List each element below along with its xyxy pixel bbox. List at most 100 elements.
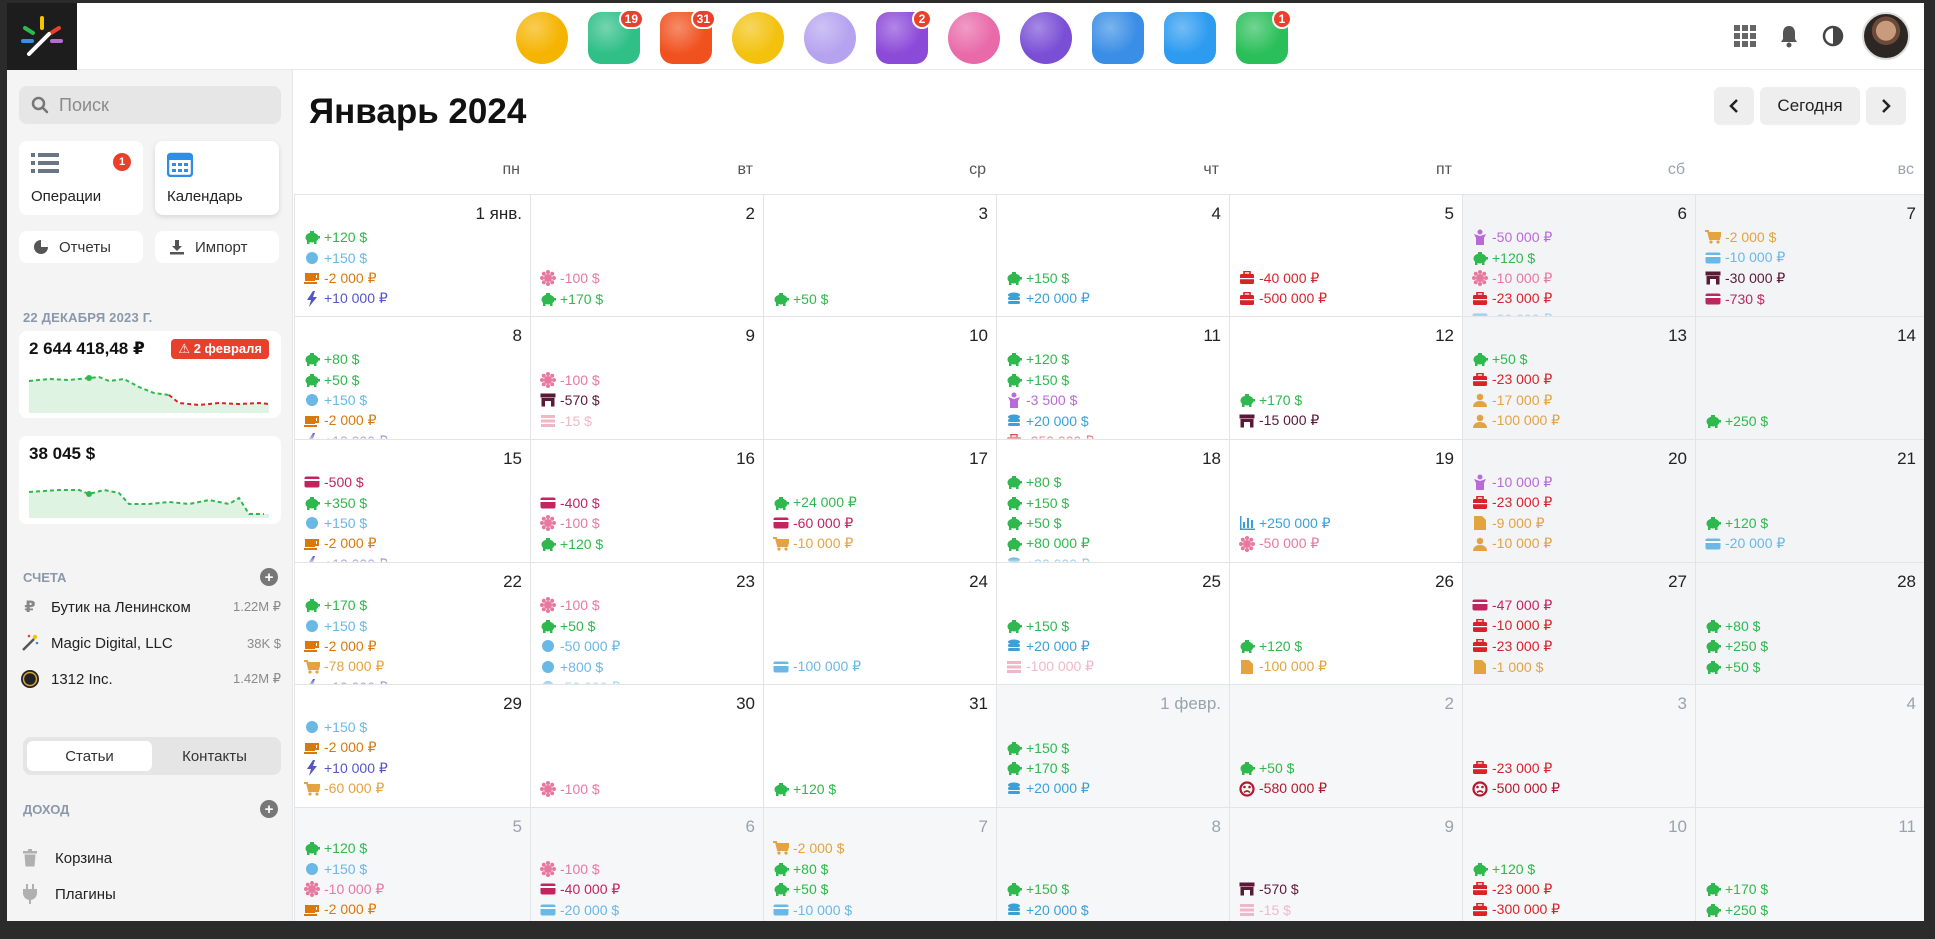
transaction-item[interactable]: +50 $ — [1704, 657, 1920, 678]
calendar-day-cell[interactable]: 3 +50 $ — [763, 194, 996, 316]
transaction-item[interactable]: -15 $ — [539, 411, 759, 432]
transaction-item[interactable]: -2 000 ₽ — [303, 900, 526, 921]
calendar-day-cell[interactable]: 22+170 $+150 $-2 000 ₽-78 000 ₽+10 000 ₽ — [294, 562, 530, 684]
transaction-item[interactable]: +170 $ — [1704, 879, 1920, 900]
transaction-item[interactable]: +150 $ — [303, 248, 526, 269]
calendar-day-cell[interactable]: 5 +120 $ +150 $ -10 000 ₽ -2 000 ₽ — [294, 807, 530, 921]
account-item[interactable]: ₽ Бутик на Ленинском 1.22M ₽ — [19, 593, 281, 621]
transaction-item[interactable]: -40 000 ₽ — [1238, 268, 1458, 289]
transaction-item[interactable]: +20 000 ₽ — [1005, 779, 1225, 800]
calendar-day-cell[interactable]: 10 +120 $ -23 000 ₽ -300 000 ₽ — [1462, 807, 1695, 921]
calendar-day-cell[interactable]: 10 — [763, 316, 996, 439]
transaction-item[interactable]: -100 $ — [539, 595, 759, 616]
calendar-day-cell[interactable]: 20 -10 000 ₽ -23 000 ₽ -9 000 ₽ -10 000 ₽ — [1462, 439, 1695, 562]
transaction-item[interactable]: -50 000 ₽ — [1471, 227, 1691, 248]
transaction-item[interactable]: -2 000 ₽ — [303, 738, 526, 759]
transaction-item[interactable]: +120 $ — [1238, 636, 1458, 657]
nav-calendar[interactable]: Календарь — [155, 141, 279, 215]
transaction-item[interactable]: -500 000 ₽ — [1238, 289, 1458, 310]
calendar-day-cell[interactable]: 14 +250 $ — [1695, 316, 1924, 439]
transaction-item[interactable]: -2 000 $ — [772, 838, 992, 859]
transaction-item[interactable]: -100 $ — [539, 268, 759, 289]
transaction-item[interactable]: -100 $ — [539, 370, 759, 391]
transaction-item[interactable]: -20 000 ₽ — [1704, 534, 1920, 555]
calendar-day-cell[interactable]: 25 +150 $ +20 000 ₽ -100 000 ₽ — [996, 562, 1229, 684]
transaction-item[interactable]: -50 000 ₽ — [1238, 534, 1458, 555]
add-account-button[interactable]: + — [260, 568, 278, 586]
transaction-item[interactable]: -17 000 ₽ — [1471, 390, 1691, 411]
account-item[interactable]: 1312 Inc. 1.42M ₽ — [19, 665, 281, 693]
transaction-item[interactable]: +150 $ — [1005, 879, 1225, 900]
transaction-item[interactable]: -3 500 $ — [1005, 390, 1225, 411]
transaction-item[interactable]: -23 000 ₽ — [1471, 289, 1691, 310]
calendar-day-cell[interactable]: 8+80 $+50 $+150 $-2 000 ₽+10 000 ₽ — [294, 316, 530, 439]
reports-button[interactable]: Отчеты — [19, 231, 143, 263]
transaction-item[interactable]: -100 000 ₽ — [772, 657, 992, 678]
calendar-day-cell[interactable]: 12 +170 $ -15 000 ₽ — [1229, 316, 1462, 439]
calendar-day-cell[interactable]: 2 +50 $ -580 000 ₽ — [1229, 684, 1462, 807]
transaction-item[interactable]: +80 000 ₽ — [1005, 534, 1225, 555]
account-item[interactable]: Magic Digital, LLC 38K $ — [19, 629, 281, 657]
transaction-item[interactable]: +800 $ — [539, 657, 759, 678]
transaction-item[interactable]: -60 000 ₽ — [772, 513, 992, 534]
add-income-button[interactable]: + — [260, 800, 278, 818]
calendar-day-cell[interactable]: 6-50 000 ₽+120 $-10 000 ₽-23 000 ₽-30 00… — [1462, 194, 1695, 316]
calendar-day-cell[interactable]: 7 -2 000 $ +80 $ +50 $ -10 000 $ — [763, 807, 996, 921]
transaction-item[interactable]: +20 000 $ — [1005, 411, 1225, 432]
transaction-item[interactable]: -500 000 ₽ — [1471, 779, 1691, 800]
transaction-item[interactable]: -10 000 ₽ — [1471, 472, 1691, 493]
transaction-item[interactable]: +250 $ — [1704, 900, 1920, 921]
calendar-day-cell[interactable]: 31 +120 $ — [763, 684, 996, 807]
transaction-item[interactable]: +150 $ — [303, 616, 526, 637]
calendar-day-cell[interactable]: 5 -40 000 ₽ -500 000 ₽ — [1229, 194, 1462, 316]
transaction-item[interactable]: -500 $ — [303, 472, 526, 493]
next-month-button[interactable] — [1866, 87, 1906, 125]
calendar-day-cell[interactable]: 11 +170 $ +250 $ — [1695, 807, 1924, 921]
transaction-item[interactable]: +150 $ — [1005, 370, 1225, 391]
transaction-item[interactable]: +20 000 $ — [1005, 900, 1225, 921]
transaction-item[interactable]: +50 $ — [1471, 349, 1691, 370]
transaction-item[interactable]: +80 $ — [772, 859, 992, 880]
transaction-item[interactable]: +80 $ — [1704, 616, 1920, 637]
transaction-item[interactable]: +170 $ — [1238, 390, 1458, 411]
calendar-day-cell[interactable]: 16 -400 $ -100 $ +120 $ — [530, 439, 763, 562]
transaction-item[interactable]: +50 $ — [539, 616, 759, 637]
calendar-day-cell[interactable]: 18+80 $+150 $+50 $+80 000 ₽+30 000 ₽ — [996, 439, 1229, 562]
transaction-item[interactable]: +120 $ — [1704, 513, 1920, 534]
calendar-day-cell[interactable]: 28 +80 $ +250 $ +50 $ — [1695, 562, 1924, 684]
calendar-day-cell[interactable]: 13 +50 $ -23 000 ₽ -17 000 ₽ -100 000 ₽ — [1462, 316, 1695, 439]
todo-app-icon[interactable] — [1158, 7, 1222, 69]
tab-contacts[interactable]: Контакты — [152, 741, 277, 771]
calendar-day-cell[interactable]: 27 -47 000 ₽ -10 000 ₽ -23 000 ₽ -1 000 $ — [1462, 562, 1695, 684]
calendar-day-cell[interactable]: 8 +150 $ +20 000 $ — [996, 807, 1229, 921]
calendar-day-cell[interactable]: 26 +120 $ -100 000 ₽ — [1229, 562, 1462, 684]
transaction-item[interactable]: -10 000 ₽ — [1471, 534, 1691, 555]
transaction-item[interactable]: -730 $ — [1704, 289, 1920, 310]
calendar-day-cell[interactable]: 1 февр. +150 $ +170 $ +20 000 ₽ — [996, 684, 1229, 807]
transaction-item[interactable]: -23 000 ₽ — [1471, 370, 1691, 391]
warning-badge[interactable]: ⚠ 2 февраля — [171, 339, 269, 359]
transaction-item[interactable]: -23 000 ₽ — [1471, 758, 1691, 779]
calendar-day-cell[interactable]: 21 +120 $ -20 000 ₽ — [1695, 439, 1924, 562]
transaction-item[interactable]: -2 000 ₽ — [303, 636, 526, 657]
transaction-item[interactable]: +120 $ — [1471, 248, 1691, 269]
transaction-item[interactable]: -23 000 ₽ — [1471, 636, 1691, 657]
bell-icon[interactable] — [1774, 21, 1804, 51]
category-item[interactable]: Плагины — [19, 880, 116, 908]
calendar-day-cell[interactable]: 11+120 $+150 $-3 500 $+20 000 $-250 000 … — [996, 316, 1229, 439]
transaction-item[interactable]: +80 $ — [1005, 472, 1225, 493]
transaction-item[interactable]: +350 $ — [303, 493, 526, 514]
transaction-item[interactable]: -10 000 ₽ — [303, 879, 526, 900]
prev-month-button[interactable] — [1714, 87, 1754, 125]
transaction-item[interactable]: -50 000 ₽ — [539, 636, 759, 657]
calendar-day-cell[interactable]: 23-100 $+50 $-50 000 ₽+800 $-50 000 ₽ — [530, 562, 763, 684]
calendar-day-cell[interactable]: 9 -570 $ -15 $ — [1229, 807, 1462, 921]
transaction-item[interactable]: +80 $ — [303, 349, 526, 370]
transaction-item[interactable]: +20 000 ₽ — [1005, 636, 1225, 657]
apps-grid-icon[interactable] — [1730, 21, 1760, 51]
transaction-item[interactable]: -570 $ — [539, 390, 759, 411]
transaction-item[interactable]: +120 $ — [303, 838, 526, 859]
transaction-item[interactable]: -60 000 ₽ — [303, 779, 526, 800]
transaction-item[interactable]: -2 000 ₽ — [303, 534, 526, 555]
calendar-day-cell[interactable]: 24 -100 000 ₽ — [763, 562, 996, 684]
